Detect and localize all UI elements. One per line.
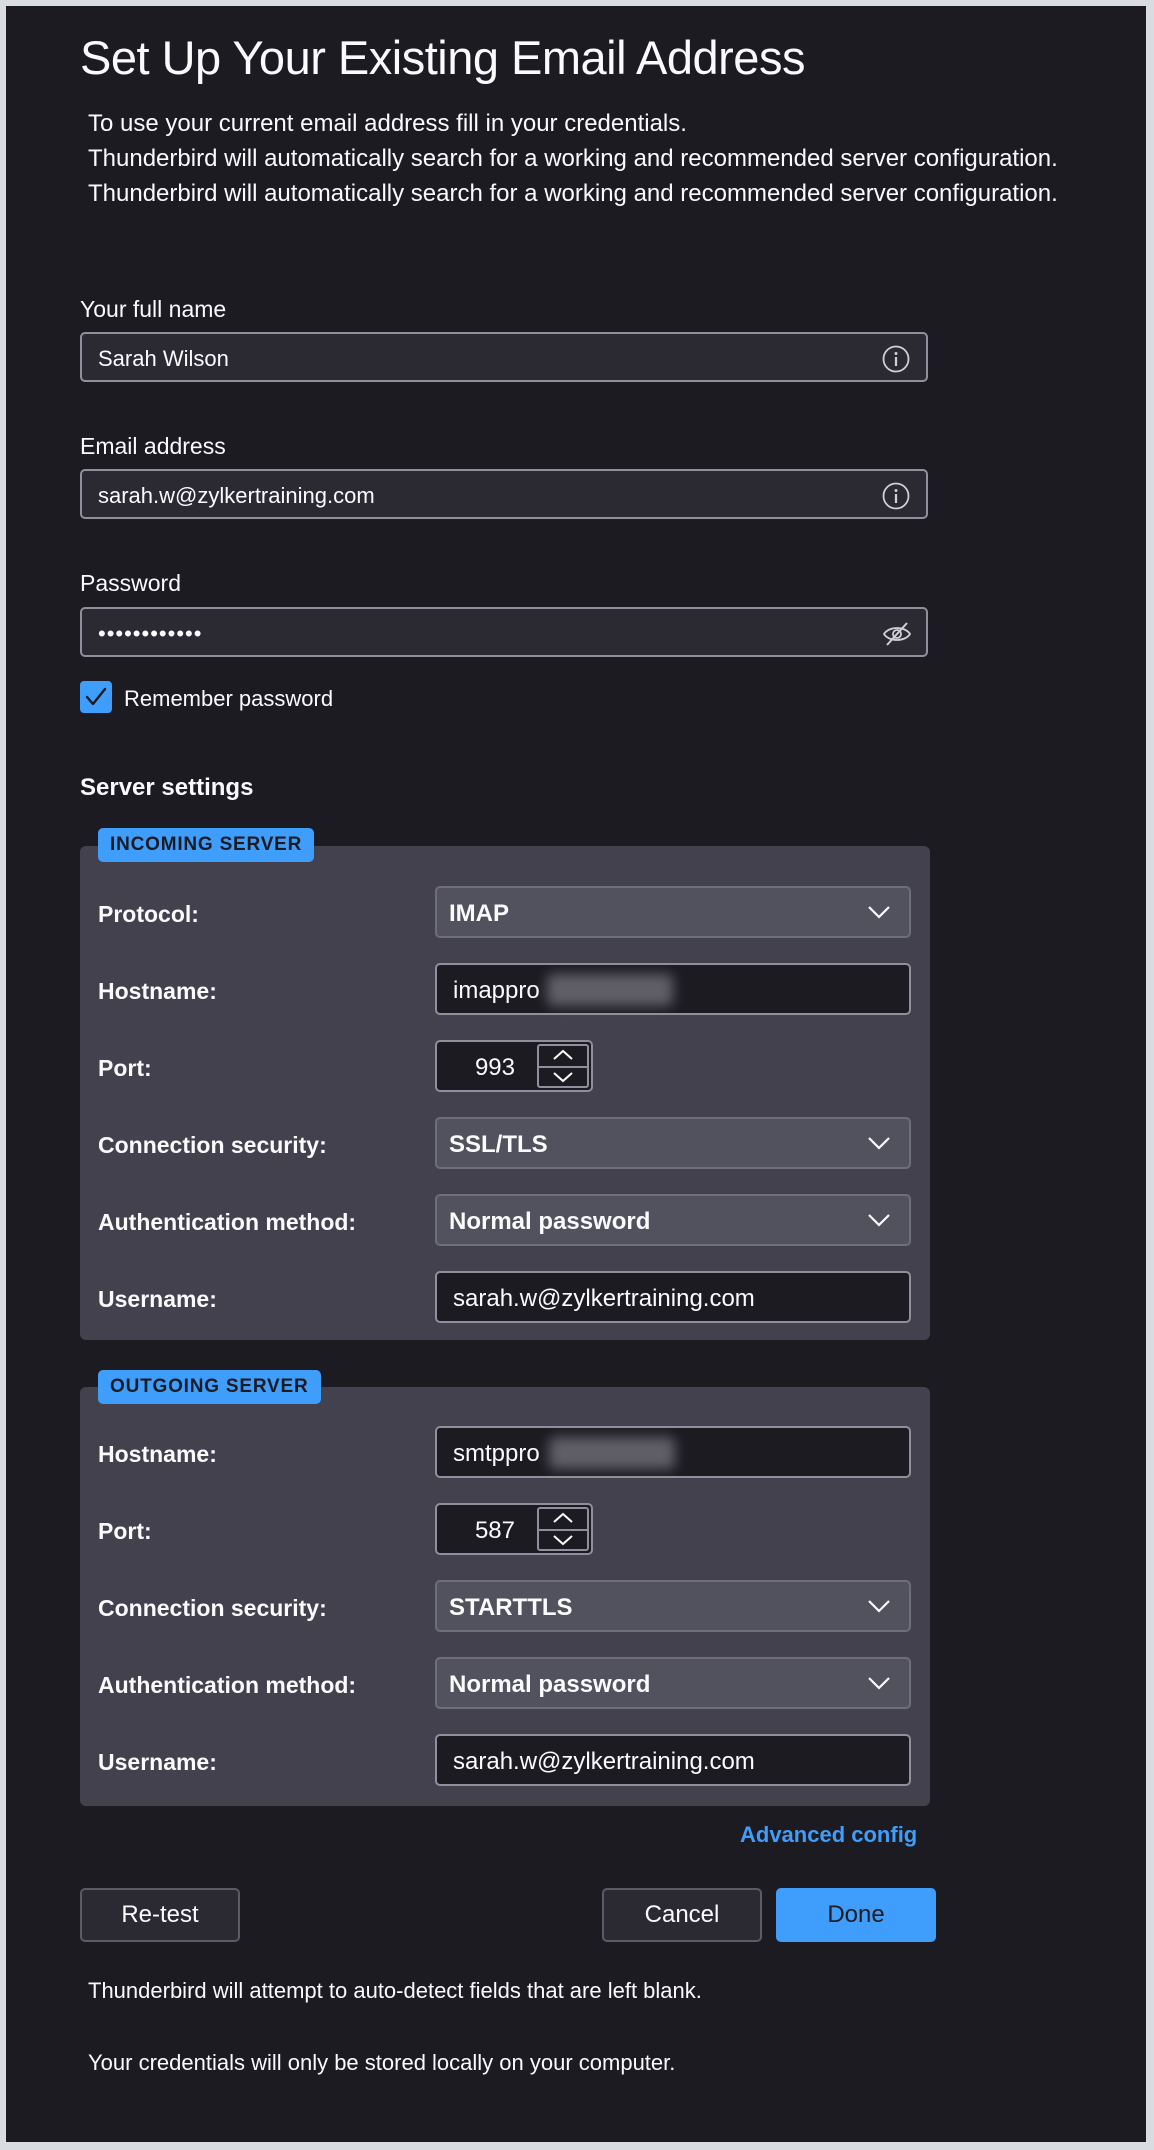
eye-slash-icon[interactable] [882, 620, 912, 648]
redacted-domain [549, 1437, 675, 1469]
outgoing-username-input[interactable]: sarah.w@zylkertraining.com [435, 1734, 911, 1786]
autodetect-note: Thunderbird will attempt to auto-detect … [88, 1978, 702, 2003]
outgoing-server-legend: OUTGOING SERVER [98, 1370, 321, 1404]
remember-password-checkbox[interactable] [80, 681, 112, 713]
page-title: Set Up Your Existing Email Address [80, 31, 805, 84]
incoming-hostname-value: imappro [453, 977, 540, 1004]
chevron-down-icon[interactable] [539, 1067, 587, 1087]
outgoing-security-select[interactable]: STARTTLS [435, 1580, 911, 1632]
intro-line-3: Thunderbird will automatically search fo… [88, 180, 1058, 207]
chevron-down-icon [867, 1210, 891, 1230]
password-label: Password [80, 570, 181, 596]
retest-button[interactable]: Re-test [80, 1888, 240, 1942]
advanced-config-link[interactable]: Advanced config [740, 1822, 917, 1848]
outgoing-username-value: sarah.w@zylkertraining.com [453, 1748, 755, 1775]
checkmark-icon [85, 687, 107, 706]
chevron-up-icon[interactable] [539, 1509, 587, 1531]
outgoing-port-value: 587 [474, 1517, 515, 1544]
done-button[interactable]: Done [776, 1888, 936, 1942]
cancel-button[interactable]: Cancel [602, 1888, 762, 1942]
email-field[interactable]: sarah.w@zylkertraining.com [80, 469, 928, 519]
outgoing-port-stepper[interactable]: 587 [435, 1503, 593, 1555]
outgoing-auth-select[interactable]: Normal password [435, 1657, 911, 1709]
incoming-auth-select[interactable]: Normal password [435, 1194, 911, 1246]
incoming-port-value: 993 [474, 1054, 515, 1081]
chevron-down-icon [867, 1596, 891, 1616]
outgoing-auth-value: Normal password [449, 1671, 651, 1698]
incoming-security-select[interactable]: SSL/TLS [435, 1117, 911, 1169]
email-value: sarah.w@zylkertraining.com [98, 483, 375, 508]
intro-line-1: To use your current email address fill i… [88, 110, 687, 137]
chevron-down-icon[interactable] [539, 1530, 587, 1550]
port-spinner[interactable] [537, 1044, 589, 1088]
incoming-security-value: SSL/TLS [449, 1131, 548, 1158]
chevron-down-icon [867, 902, 891, 922]
incoming-auth-label: Authentication method: [98, 1209, 357, 1235]
outgoing-security-value: STARTTLS [449, 1594, 573, 1621]
incoming-hostname-label: Hostname: [98, 978, 217, 1004]
intro-line-2: Thunderbird will automatically search fo… [88, 145, 1058, 172]
incoming-server-legend: INCOMING SERVER [98, 828, 315, 862]
outgoing-port-label: Port: [98, 1518, 152, 1544]
credentials-note: Your credentials will only be stored loc… [88, 2050, 676, 2075]
incoming-protocol-value: IMAP [449, 900, 509, 927]
incoming-username-label: Username: [98, 1286, 217, 1312]
outgoing-hostname-label: Hostname: [98, 1441, 217, 1467]
incoming-hostname-input[interactable]: imappro [435, 963, 911, 1015]
incoming-auth-value: Normal password [449, 1208, 651, 1235]
outgoing-security-label: Connection security: [98, 1595, 327, 1621]
account-setup-window: Set Up Your Existing Email Address To us… [6, 6, 1146, 2142]
password-field[interactable]: •••••••••••• [80, 607, 928, 657]
port-spinner[interactable] [537, 1507, 589, 1551]
incoming-username-input[interactable]: sarah.w@zylkertraining.com [435, 1271, 911, 1323]
incoming-protocol-select[interactable]: IMAP [435, 886, 911, 938]
outgoing-hostname-input[interactable]: smtppro [435, 1426, 911, 1478]
incoming-port-stepper[interactable]: 993 [435, 1040, 593, 1092]
server-settings-heading: Server settings [80, 774, 254, 801]
chevron-up-icon[interactable] [539, 1046, 587, 1068]
chevron-down-icon [867, 1673, 891, 1693]
info-icon[interactable] [882, 345, 910, 373]
info-icon[interactable] [882, 482, 910, 510]
incoming-port-label: Port: [98, 1055, 152, 1081]
remember-password-label[interactable]: Remember password [124, 686, 333, 712]
outgoing-auth-label: Authentication method: [98, 1672, 357, 1698]
outgoing-username-label: Username: [98, 1749, 217, 1775]
incoming-username-value: sarah.w@zylkertraining.com [453, 1285, 755, 1312]
outgoing-hostname-value: smtppro [453, 1440, 540, 1467]
incoming-security-label: Connection security: [98, 1132, 327, 1158]
full-name-value: Sarah Wilson [98, 346, 229, 371]
full-name-label: Your full name [80, 296, 227, 322]
full-name-field[interactable]: Sarah Wilson [80, 332, 928, 382]
password-value: •••••••••••• [98, 621, 203, 646]
incoming-protocol-label: Protocol: [98, 901, 199, 927]
email-label: Email address [80, 433, 226, 459]
redacted-domain [547, 974, 673, 1006]
chevron-down-icon [867, 1133, 891, 1153]
